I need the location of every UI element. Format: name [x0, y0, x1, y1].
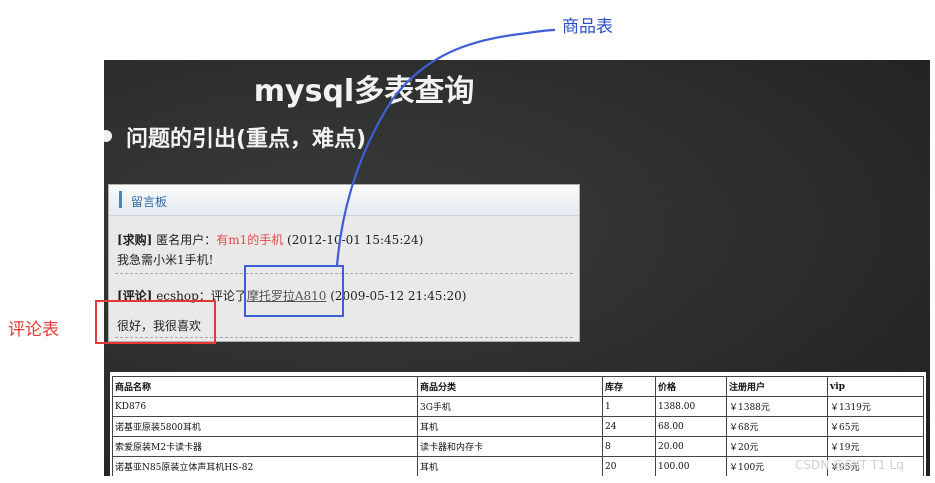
annotation-arrow — [335, 28, 556, 267]
comment-table-label: 评论表 — [8, 320, 59, 340]
goods-table-label: 商品表 — [562, 17, 613, 37]
annotation-curve — [335, 28, 556, 267]
watermark: CSDN @SKT T1 Lq — [795, 458, 904, 472]
